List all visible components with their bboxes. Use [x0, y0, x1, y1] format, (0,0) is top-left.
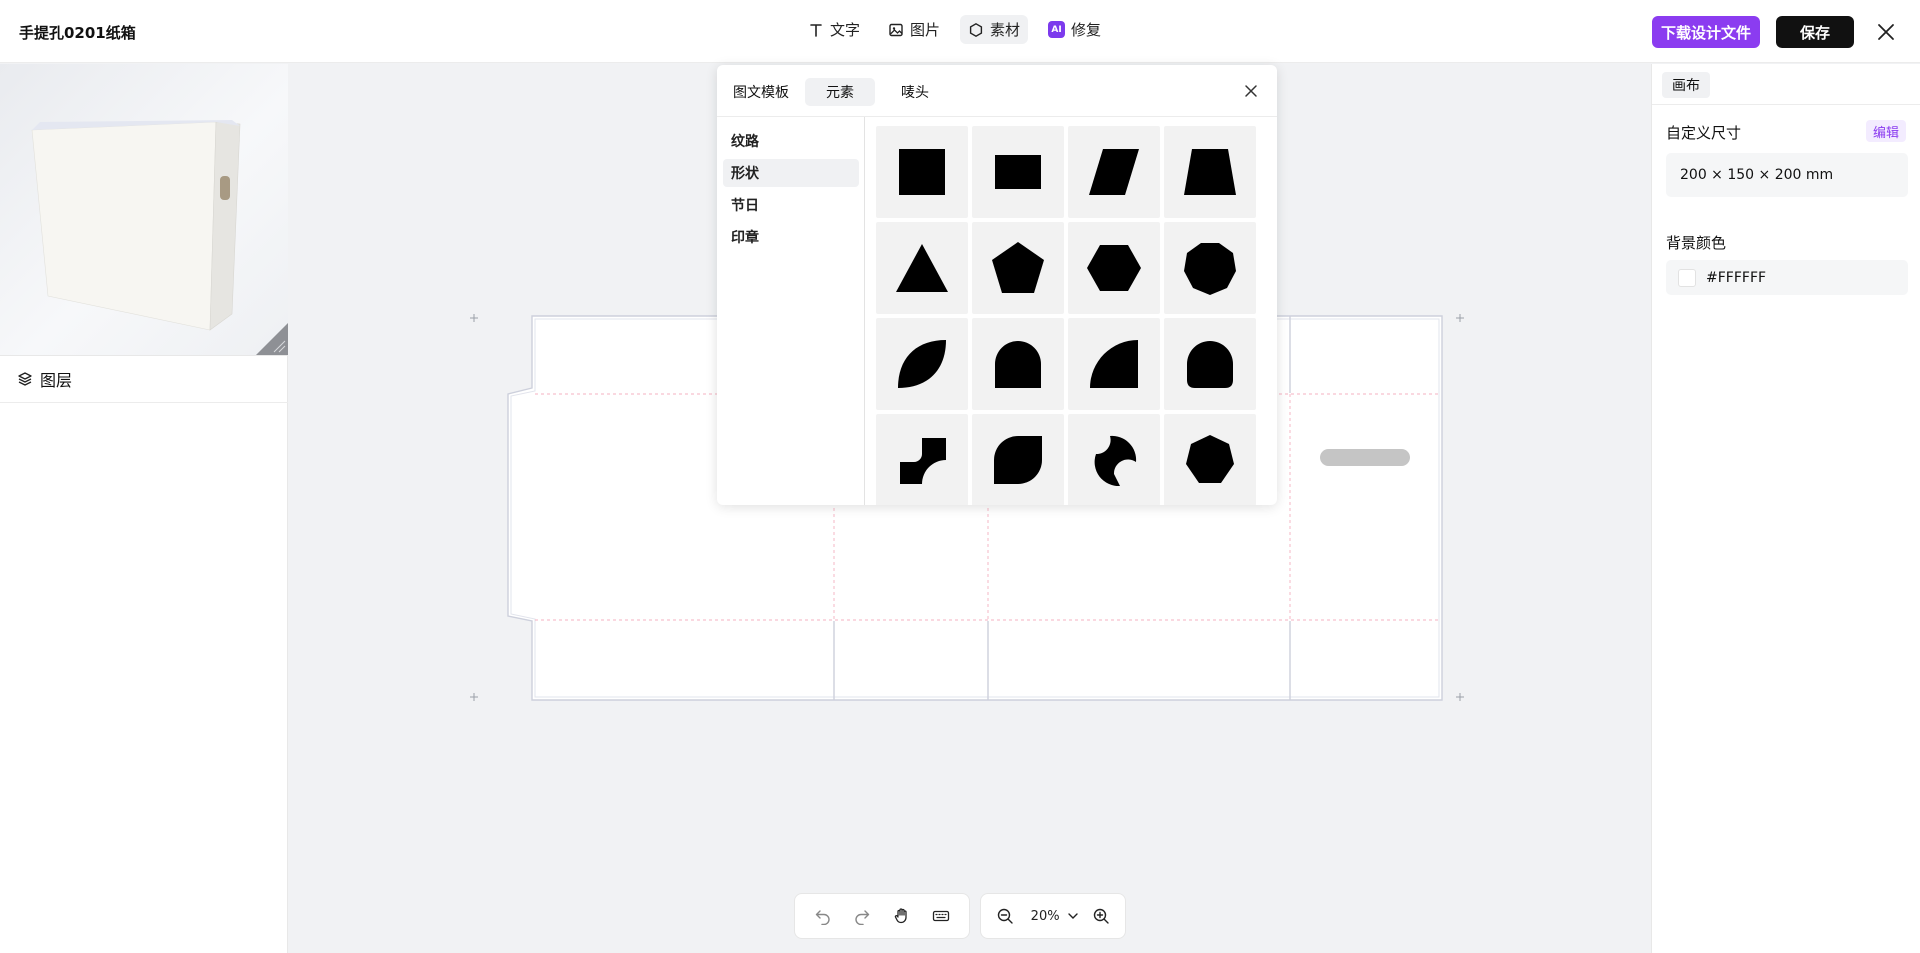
close-icon[interactable]	[1874, 20, 1898, 44]
teardrop-icon	[994, 436, 1042, 484]
shape-notched-square[interactable]	[876, 414, 968, 505]
panel-divider	[1652, 104, 1920, 105]
tool-image-label: 图片	[910, 21, 941, 39]
category-texture[interactable]: 纹路	[723, 127, 859, 155]
tool-material-label: 素材	[990, 21, 1021, 39]
notched-square-icon	[900, 438, 946, 484]
shape-heptagon[interactable]	[1164, 414, 1256, 505]
shape-rectangle[interactable]	[972, 126, 1064, 218]
hand-icon	[894, 908, 907, 924]
redo-icon	[855, 910, 870, 925]
material-popup: 图文模板 元素 唛头 纹路 形状 节日 印章	[717, 65, 1277, 505]
background-color-field[interactable]: #FFFFFF	[1666, 260, 1908, 295]
color-swatch[interactable]	[1678, 268, 1696, 287]
box-3d-model	[31, 120, 241, 331]
tab-canvas[interactable]: 画布	[1662, 72, 1710, 98]
undo-icon	[815, 910, 830, 925]
tool-image[interactable]: 图片	[880, 15, 948, 44]
octagon-icon	[1184, 243, 1236, 295]
shape-crescent[interactable]	[1068, 414, 1160, 505]
preview-resize-handle[interactable]	[256, 323, 288, 355]
tool-ai-repair[interactable]: AI 修复	[1040, 15, 1109, 44]
tool-text-label: 文字	[830, 21, 861, 39]
category-list: 纹路 形状 节日 印章	[717, 117, 865, 505]
shape-arch[interactable]	[972, 318, 1064, 410]
shape-pentagon[interactable]	[972, 222, 1064, 314]
zoom-in-button[interactable]	[1087, 902, 1115, 930]
redo-button[interactable]	[848, 902, 876, 930]
layers-icon	[18, 372, 32, 386]
crescent-icon	[1094, 435, 1137, 487]
category-shape[interactable]: 形状	[723, 159, 859, 187]
pentagon-icon	[992, 242, 1044, 293]
zoom-out-icon	[997, 908, 1013, 924]
layers-header[interactable]: 图层	[0, 355, 288, 403]
zoom-dropdown-button[interactable]	[1064, 902, 1084, 930]
background-color-value: #FFFFFF	[1706, 269, 1767, 286]
left-panel: 图层	[0, 64, 288, 953]
material-icon	[969, 22, 983, 37]
shape-grid	[876, 126, 1256, 505]
shape-quarter-circle[interactable]	[1068, 318, 1160, 410]
quarter-circle-icon	[1090, 340, 1138, 388]
background-color-label: 背景颜色	[1666, 234, 1727, 252]
tool-ai-repair-label: 修复	[1071, 21, 1102, 39]
keyboard-shortcuts-button[interactable]	[927, 902, 955, 930]
shape-trapezoid[interactable]	[1164, 126, 1256, 218]
tool-text[interactable]: 文字	[800, 15, 868, 44]
shape-parallelogram[interactable]	[1068, 126, 1160, 218]
pan-hand-button[interactable]	[888, 902, 916, 930]
top-bar: 手提孔0201纸箱 文字 图片 素材 AI 修复 下载设计文件 保存	[0, 0, 1920, 63]
shape-teardrop[interactable]	[972, 414, 1064, 505]
handle-hole	[1320, 449, 1410, 466]
size-field[interactable]: 200 × 150 × 200 mm	[1666, 153, 1908, 197]
square-icon	[899, 149, 945, 195]
parallelogram-icon	[1089, 149, 1139, 195]
category-holiday[interactable]: 节日	[723, 191, 859, 219]
trapezoid-icon	[1184, 149, 1236, 195]
shape-square[interactable]	[876, 126, 968, 218]
chevron-down-icon	[1068, 913, 1079, 919]
rounded-arch-icon	[1187, 341, 1233, 388]
popup-tabs: 图文模板 元素 唛头	[717, 65, 1277, 117]
ai-badge-icon: AI	[1048, 21, 1066, 38]
zoom-toolbar: 20%	[980, 893, 1126, 939]
edit-size-button[interactable]: 编辑	[1866, 120, 1907, 142]
triangle-icon	[896, 244, 948, 292]
popup-close-icon[interactable]	[1241, 81, 1261, 101]
download-design-button[interactable]: 下载设计文件	[1652, 16, 1760, 48]
save-button[interactable]: 保存	[1776, 16, 1854, 48]
shape-rounded-arch[interactable]	[1164, 318, 1256, 410]
zoom-out-button[interactable]	[991, 902, 1019, 930]
shape-hexagon[interactable]	[1068, 222, 1160, 314]
custom-size-label: 自定义尺寸	[1666, 124, 1742, 142]
zoom-level[interactable]: 20%	[1031, 909, 1060, 924]
history-toolbar	[794, 893, 970, 939]
layers-label: 图层	[40, 371, 73, 390]
category-stamp[interactable]: 印章	[723, 223, 859, 251]
image-icon	[889, 23, 903, 36]
undo-button[interactable]	[809, 902, 837, 930]
tool-material[interactable]: 素材	[960, 15, 1029, 44]
keyboard-icon	[933, 910, 950, 922]
text-icon	[810, 23, 822, 37]
right-panel: 画布 自定义尺寸 编辑 200 × 150 × 200 mm 背景颜色 #FFF…	[1651, 64, 1920, 953]
shape-leaf[interactable]	[876, 318, 968, 410]
rectangle-icon	[995, 155, 1041, 189]
shape-octagon[interactable]	[1164, 222, 1256, 314]
tool-menu: 文字 图片 素材 AI 修复	[800, 15, 1109, 44]
hexagon-icon	[1087, 245, 1141, 291]
shape-triangle[interactable]	[876, 222, 968, 314]
arch-icon	[995, 341, 1041, 388]
tab-shipping-mark[interactable]: 唛头	[887, 78, 943, 106]
zoom-in-icon	[1093, 908, 1109, 924]
leaf-icon	[898, 340, 946, 388]
3d-box-preview[interactable]	[0, 64, 288, 355]
tab-elements[interactable]: 元素	[805, 78, 875, 106]
document-title: 手提孔0201纸箱	[19, 24, 136, 42]
heptagon-icon	[1186, 435, 1234, 483]
tab-text-template[interactable]: 图文模板	[729, 78, 793, 106]
